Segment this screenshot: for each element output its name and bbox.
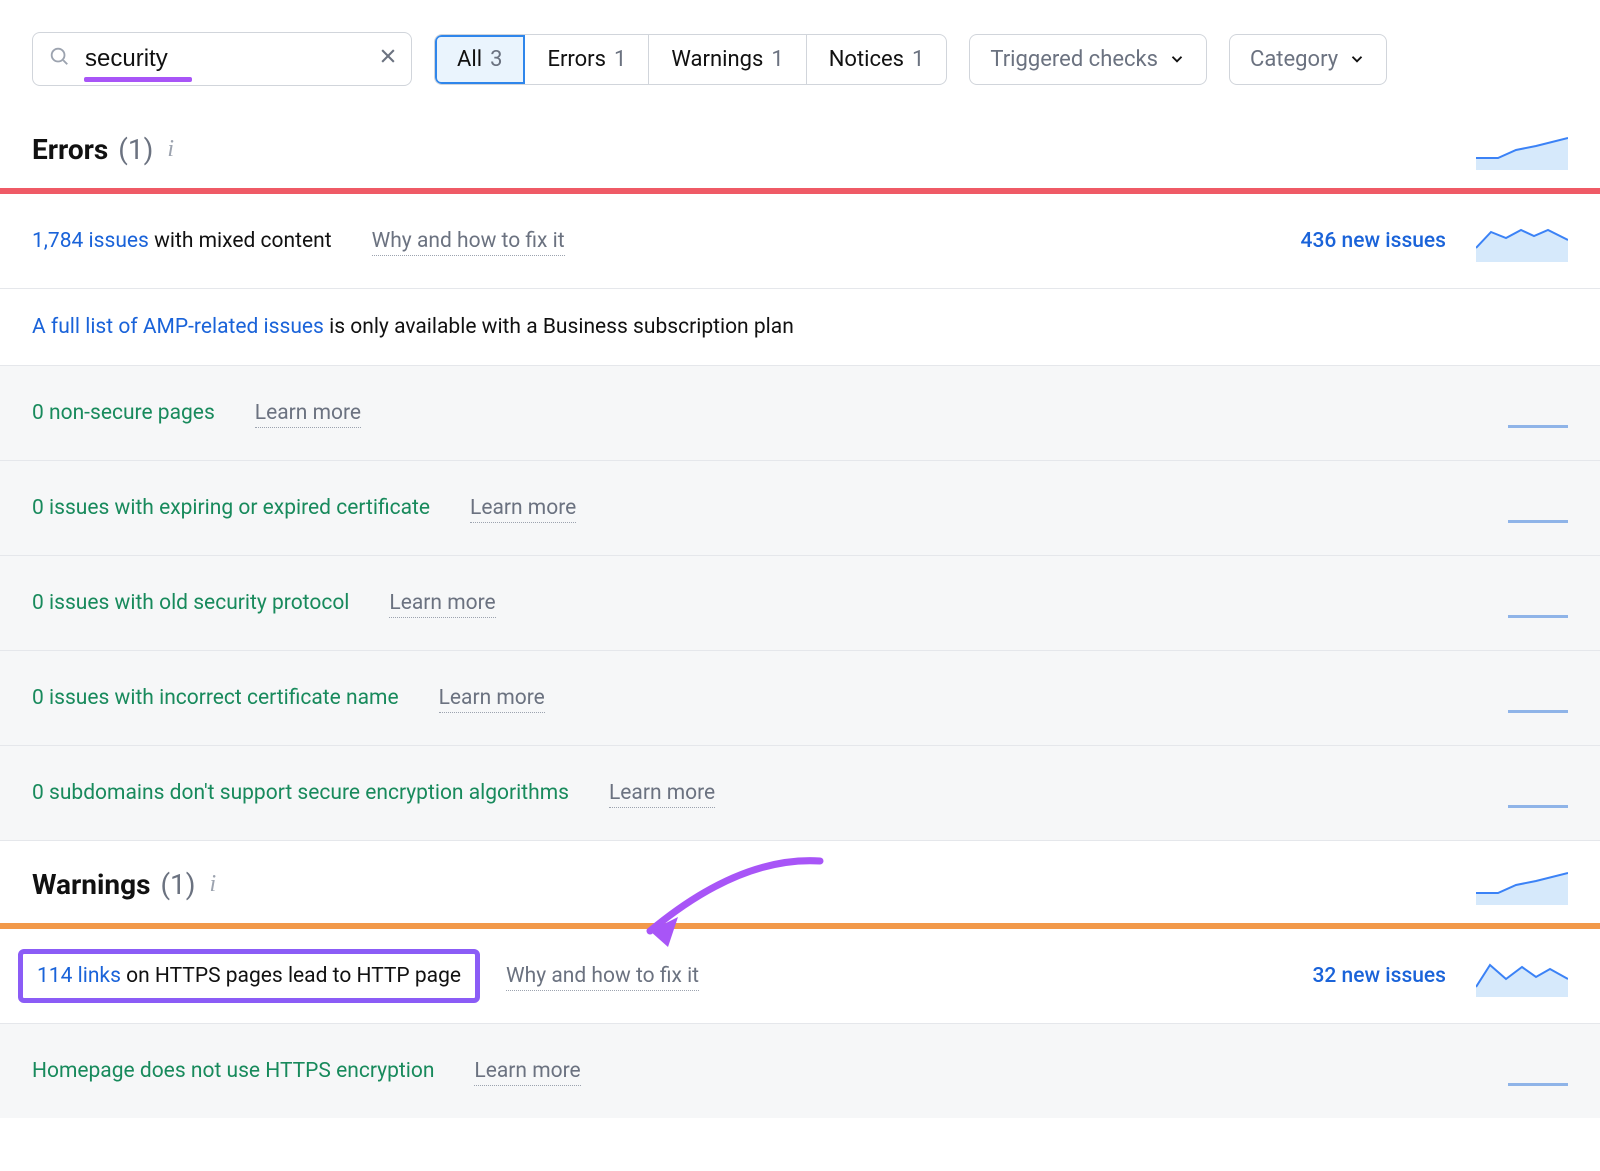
errors-section-header: Errors (1) i: [0, 106, 1600, 188]
search-highlight: [84, 77, 192, 82]
tab-notices[interactable]: Notices 1: [807, 35, 947, 84]
learn-more-link[interactable]: Learn more: [609, 781, 715, 808]
learn-more-link[interactable]: Learn more: [439, 686, 545, 713]
info-icon[interactable]: i: [163, 136, 174, 163]
section-title: Errors (1) i: [32, 133, 174, 166]
clear-icon[interactable]: [378, 46, 398, 72]
issue-text: with mixed content: [149, 229, 332, 253]
issue-row-nonsecure: 0 non-secure pages Learn more: [0, 366, 1600, 461]
issue-link[interactable]: 0 issues with old security protocol: [32, 591, 349, 615]
learn-more-link[interactable]: Learn more: [389, 591, 495, 618]
issue-link[interactable]: 0 issues with incorrect certificate name: [32, 686, 399, 710]
issue-row-https-links: 114 links on HTTPS pages lead to HTTP pa…: [0, 929, 1600, 1024]
sparkline-icon: [1476, 1050, 1568, 1092]
sparkline-icon: [1476, 128, 1568, 170]
tab-count: 1: [614, 47, 626, 72]
issue-row-old-protocol: 0 issues with old security protocol Lear…: [0, 556, 1600, 651]
issue-text: is only available with a Business subscr…: [324, 315, 794, 339]
issue-row-cert-name: 0 issues with incorrect certificate name…: [0, 651, 1600, 746]
sparkline-icon: [1476, 863, 1568, 905]
why-fix-link[interactable]: Why and how to fix it: [506, 964, 699, 991]
section-title: Warnings (1) i: [32, 868, 216, 901]
tab-warnings[interactable]: Warnings 1: [649, 35, 806, 84]
category-dropdown[interactable]: Category: [1229, 34, 1387, 85]
section-title-text: Errors: [32, 133, 108, 166]
info-icon[interactable]: i: [206, 871, 217, 898]
sparkline-icon: [1476, 392, 1568, 434]
tab-label: Errors: [547, 47, 606, 72]
search-icon: [48, 45, 70, 73]
sparkline-icon: [1476, 955, 1568, 997]
new-issues-link[interactable]: 32 new issues: [1312, 964, 1446, 988]
tab-count: 1: [771, 47, 783, 72]
issue-link[interactable]: Homepage does not use HTTPS encryption: [32, 1059, 434, 1083]
sparkline-icon: [1476, 487, 1568, 529]
chevron-down-icon: [1348, 50, 1366, 68]
tab-label: Notices: [829, 47, 904, 72]
sparkline-icon: [1476, 220, 1568, 262]
learn-more-link[interactable]: Learn more: [470, 496, 576, 523]
highlight-annotation: 114 links on HTTPS pages lead to HTTP pa…: [18, 949, 480, 1003]
tab-errors[interactable]: Errors 1: [525, 35, 649, 84]
issue-row-subdomains: 0 subdomains don't support secure encryp…: [0, 746, 1600, 841]
tab-label: Warnings: [671, 47, 763, 72]
learn-more-link[interactable]: Learn more: [255, 401, 361, 428]
toolbar: All 3 Errors 1 Warnings 1 Notices 1 Trig…: [0, 0, 1600, 106]
issue-link[interactable]: 1,784 issues: [32, 229, 149, 253]
sparkline-icon: [1476, 772, 1568, 814]
learn-more-link[interactable]: Learn more: [474, 1059, 580, 1086]
new-issues-link[interactable]: 436 new issues: [1301, 229, 1446, 253]
chevron-down-icon: [1168, 50, 1186, 68]
issue-row-expired-cert: 0 issues with expiring or expired certif…: [0, 461, 1600, 556]
search-field: [32, 32, 412, 86]
triggered-checks-dropdown[interactable]: Triggered checks: [969, 34, 1207, 85]
sparkline-icon: [1476, 677, 1568, 719]
issue-link[interactable]: 0 subdomains don't support secure encryp…: [32, 781, 569, 805]
issue-link[interactable]: 0 issues with expiring or expired certif…: [32, 496, 430, 520]
issue-link[interactable]: 114 links: [37, 964, 121, 988]
issue-link[interactable]: 0 non-secure pages: [32, 401, 215, 425]
why-fix-link[interactable]: Why and how to fix it: [372, 229, 565, 256]
warnings-section-header: Warnings (1) i: [0, 841, 1600, 923]
tab-count: 3: [490, 47, 502, 72]
issue-text: on HTTPS pages lead to HTTP page: [121, 964, 461, 988]
issue-row-amp: A full list of AMP-related issues is onl…: [0, 289, 1600, 366]
issue-link[interactable]: A full list of AMP-related issues: [32, 315, 324, 339]
section-count: (1): [160, 868, 195, 901]
section-count: (1): [118, 133, 153, 166]
dropdown-label: Triggered checks: [990, 47, 1158, 72]
dropdown-label: Category: [1250, 47, 1338, 72]
sparkline-icon: [1476, 582, 1568, 624]
tab-count: 1: [912, 47, 924, 72]
tab-label: All: [457, 47, 482, 72]
filter-tabs: All 3 Errors 1 Warnings 1 Notices 1: [434, 34, 947, 85]
tab-all[interactable]: All 3: [435, 35, 525, 84]
issue-row-homepage-https: Homepage does not use HTTPS encryption L…: [0, 1024, 1600, 1118]
issue-row-mixed-content: 1,784 issues with mixed content Why and …: [0, 194, 1600, 289]
section-title-text: Warnings: [32, 868, 150, 901]
